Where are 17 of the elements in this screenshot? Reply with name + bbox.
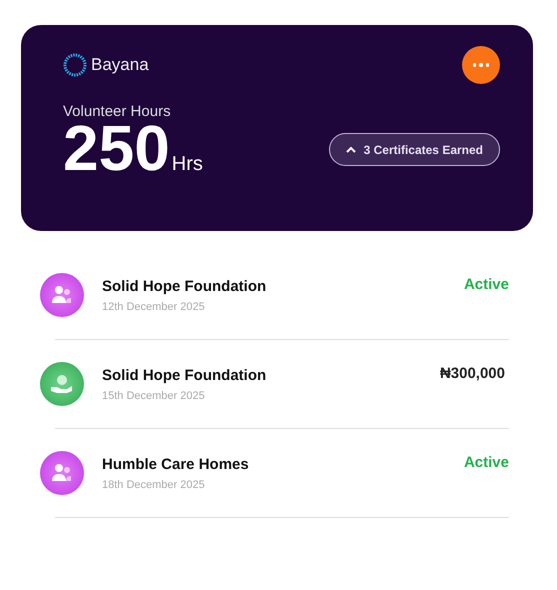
organization-name: Solid Hope Foundation xyxy=(102,366,268,384)
hours-unit: Hrs xyxy=(172,153,203,176)
item-date: 12th December 2025 xyxy=(102,300,206,312)
certificates-button[interactable]: 3 Certificates Earned xyxy=(328,133,500,166)
status-text: Active xyxy=(464,276,509,293)
organization-name: Humble Care Homes xyxy=(102,456,250,472)
organization-name: Solid Hope Foundation xyxy=(102,278,268,294)
people-icon xyxy=(51,463,73,483)
item-date: 18th December 2025 xyxy=(102,478,206,490)
amount-text: ₦300,000 xyxy=(440,365,505,382)
item-date: 15th December 2025 xyxy=(102,390,206,402)
people-icon xyxy=(51,285,73,305)
more-button[interactable] xyxy=(462,46,500,84)
logo-icon xyxy=(63,53,87,77)
chevron-up-icon xyxy=(346,146,356,153)
brand-name: Bayana xyxy=(91,55,149,75)
status-text: Active xyxy=(464,454,509,471)
